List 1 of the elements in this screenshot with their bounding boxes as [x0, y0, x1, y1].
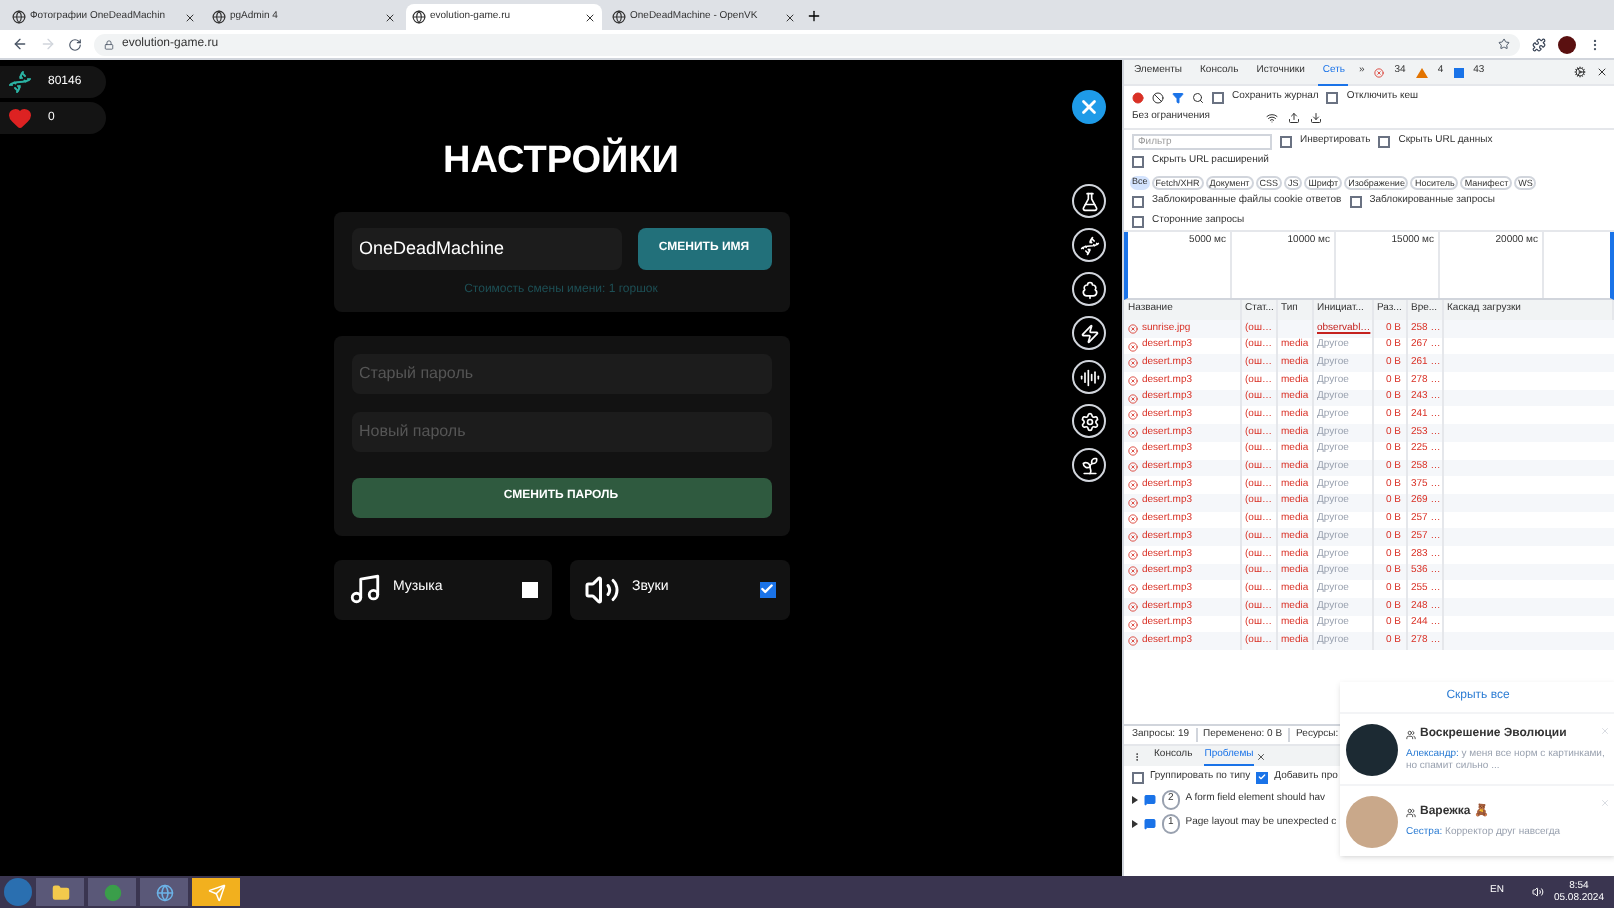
settings-title: НАСТРОЙКИ: [443, 135, 679, 186]
